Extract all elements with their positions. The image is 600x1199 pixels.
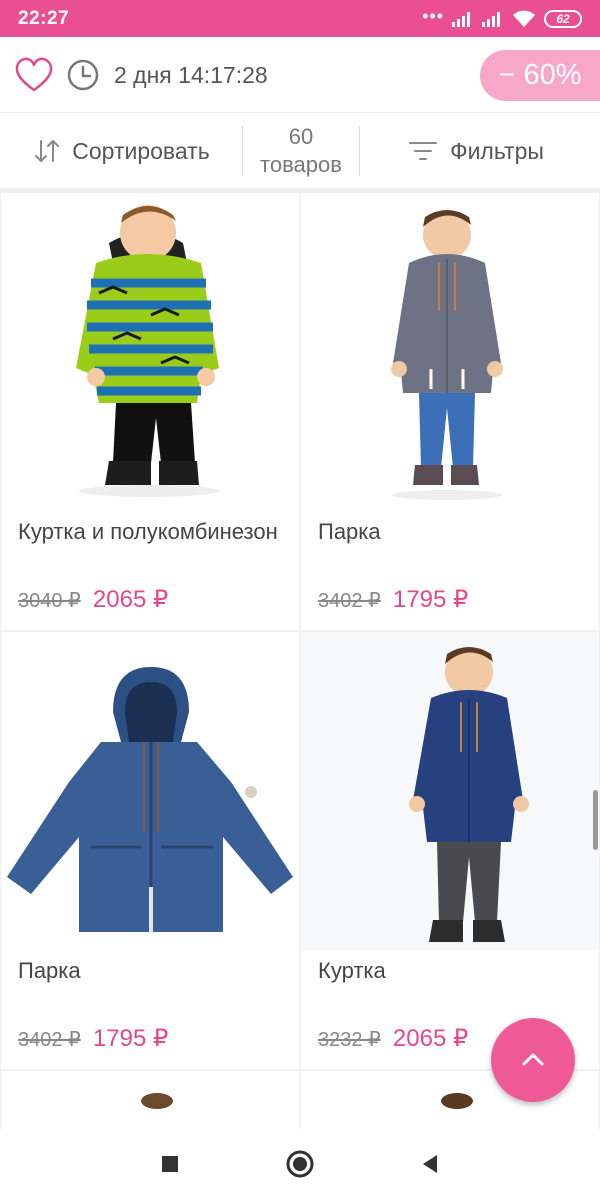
product-card[interactable]: Парка 3402 ₽ 1795 ₽	[301, 193, 599, 630]
nav-home-icon	[286, 1150, 314, 1178]
sale-price: 2065 ₽	[392, 1025, 469, 1052]
status-bar: 22:27 ••• 62	[0, 0, 600, 37]
discount-badge: − 60%	[480, 50, 600, 101]
product-image[interactable]	[301, 193, 599, 512]
product-card[interactable]: Куртка 3232 ₽ 2065 ₽	[301, 632, 599, 1069]
more-dots-icon: •••	[422, 5, 444, 26]
product-photo-parka-blue	[7, 667, 293, 932]
old-price: 3402 ₽	[318, 590, 381, 612]
clock-icon	[67, 59, 99, 91]
nav-recents-button[interactable]	[153, 1147, 187, 1181]
nav-recents-icon	[162, 1156, 178, 1172]
sort-button[interactable]: Сортировать	[0, 114, 242, 188]
filter-label: Фильтры	[450, 137, 544, 164]
sort-label: Сортировать	[72, 137, 210, 164]
status-time: 22:27	[18, 7, 70, 29]
product-image[interactable]	[1, 193, 299, 512]
sale-timer: 2 дня 14:17:28	[114, 62, 268, 88]
sale-price: 2065 ₽	[92, 586, 169, 613]
product-photo-jacket-overalls	[76, 205, 219, 497]
old-price: 3402 ₽	[18, 1029, 81, 1051]
product-price: 3040 ₽ 2065 ₽	[18, 585, 168, 614]
signal-icon	[452, 11, 470, 27]
product-count-number: 60	[288, 124, 314, 149]
product-photo-parka-grey	[391, 210, 503, 500]
product-name[interactable]: Парка	[18, 956, 288, 985]
old-price: 3232 ₽	[318, 1029, 381, 1051]
sort-icon	[35, 140, 60, 162]
signal-icon-2	[482, 11, 500, 27]
filter-button[interactable]: Фильтры	[360, 114, 600, 188]
product-image[interactable]	[1, 632, 299, 951]
wifi-icon	[513, 10, 535, 27]
filter-icon	[409, 142, 438, 160]
product-name[interactable]: Куртка и полукомбинезон	[18, 517, 288, 546]
sort-filter-bar: Сортировать 60 товаров Фильтры	[0, 114, 600, 188]
product-photo-jacket-navy	[409, 647, 529, 942]
scroll-to-top-button[interactable]	[491, 1018, 575, 1102]
heart-icon[interactable]	[14, 56, 54, 94]
product-card[interactable]	[1, 1071, 299, 1129]
product-card[interactable]: Парка 3402 ₽ 1795 ₽	[1, 632, 299, 1069]
product-price: 3232 ₽ 2065 ₽	[318, 1024, 468, 1053]
chevron-up-icon	[522, 1053, 544, 1066]
product-card[interactable]: Куртка и полукомбинезон 3040 ₽ 2065 ₽	[1, 193, 299, 630]
product-image-partial	[141, 1093, 173, 1109]
system-nav-bar	[0, 1129, 600, 1199]
product-count: 60 товаров	[243, 123, 359, 179]
scrollbar[interactable]	[593, 790, 598, 850]
promo-header: 2 дня 14:17:28 − 60%	[0, 37, 600, 113]
battery-icon: 62	[544, 9, 582, 28]
product-grid: Куртка и полукомбинезон 3040 ₽ 2065 ₽ Па…	[0, 192, 600, 1129]
old-price: 3040 ₽	[18, 590, 81, 612]
status-icons: ••• 62	[422, 5, 582, 28]
product-image[interactable]	[301, 632, 599, 951]
nav-home-button[interactable]	[283, 1147, 317, 1181]
product-name[interactable]: Парка	[318, 517, 588, 546]
product-count-unit: товаров	[260, 152, 342, 177]
product-name[interactable]: Куртка	[318, 956, 588, 985]
nav-back-button[interactable]	[413, 1147, 447, 1181]
product-price: 3402 ₽ 1795 ₽	[18, 1024, 168, 1053]
sale-price: 1795 ₽	[392, 586, 469, 613]
nav-back-icon	[423, 1155, 437, 1173]
sale-price: 1795 ₽	[92, 1025, 169, 1052]
product-price: 3402 ₽ 1795 ₽	[318, 585, 468, 614]
